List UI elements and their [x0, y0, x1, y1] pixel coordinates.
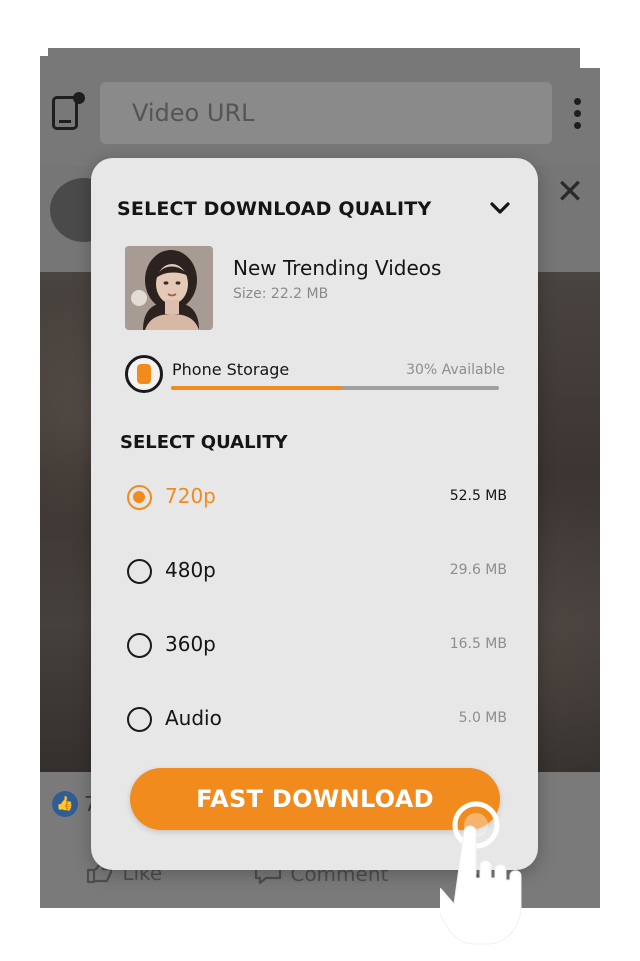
- more-vert-icon[interactable]: [572, 98, 582, 132]
- quality-size: 16.5 MB: [449, 636, 507, 652]
- phone-storage-icon: [125, 355, 163, 393]
- quality-option-720p[interactable]: 720p 52.5 MB: [127, 483, 507, 513]
- url-input[interactable]: Video URL: [100, 82, 552, 144]
- quality-label: Audio: [165, 706, 222, 730]
- storage-available: 30% Available: [406, 362, 505, 378]
- video-thumbnail: [125, 246, 213, 330]
- tabs-badge-dot: [73, 92, 85, 104]
- storage-progress-fill: [171, 386, 342, 390]
- app-screenshot: Video URL ✕ 👍 7 Like Comment: [0, 0, 640, 961]
- quality-label: 720p: [165, 484, 216, 508]
- radio-button[interactable]: [127, 485, 152, 510]
- quality-option-audio[interactable]: Audio 5.0 MB: [127, 705, 507, 735]
- quality-option-480p[interactable]: 480p 29.6 MB: [127, 557, 507, 587]
- like-icon: 👍: [52, 791, 78, 817]
- close-icon[interactable]: ✕: [554, 175, 586, 209]
- dialog-title: SELECT DOWNLOAD QUALITY: [117, 198, 432, 220]
- quality-size: 29.6 MB: [449, 562, 507, 578]
- video-thumbnail-image: [125, 246, 213, 330]
- quality-label: 360p: [165, 632, 216, 656]
- select-quality-heading: SELECT QUALITY: [120, 432, 288, 453]
- quality-size: 52.5 MB: [449, 488, 507, 504]
- radio-button[interactable]: [127, 707, 152, 732]
- video-size: Size: 22.2 MB: [233, 286, 329, 302]
- storage-label: Phone Storage: [172, 360, 290, 379]
- quality-option-360p[interactable]: 360p 16.5 MB: [127, 631, 507, 661]
- quality-size: 5.0 MB: [458, 710, 507, 726]
- radio-button[interactable]: [127, 633, 152, 658]
- video-title: New Trending Videos: [233, 256, 442, 280]
- storage-progress-bar: [171, 386, 499, 390]
- radio-button[interactable]: [127, 559, 152, 584]
- tap-hand-icon: [440, 825, 522, 945]
- quality-label: 480p: [165, 558, 216, 582]
- chevron-down-icon[interactable]: [489, 198, 511, 218]
- download-quality-dialog: SELECT DOWNLOAD QUALITY New Trending Vid…: [91, 158, 538, 870]
